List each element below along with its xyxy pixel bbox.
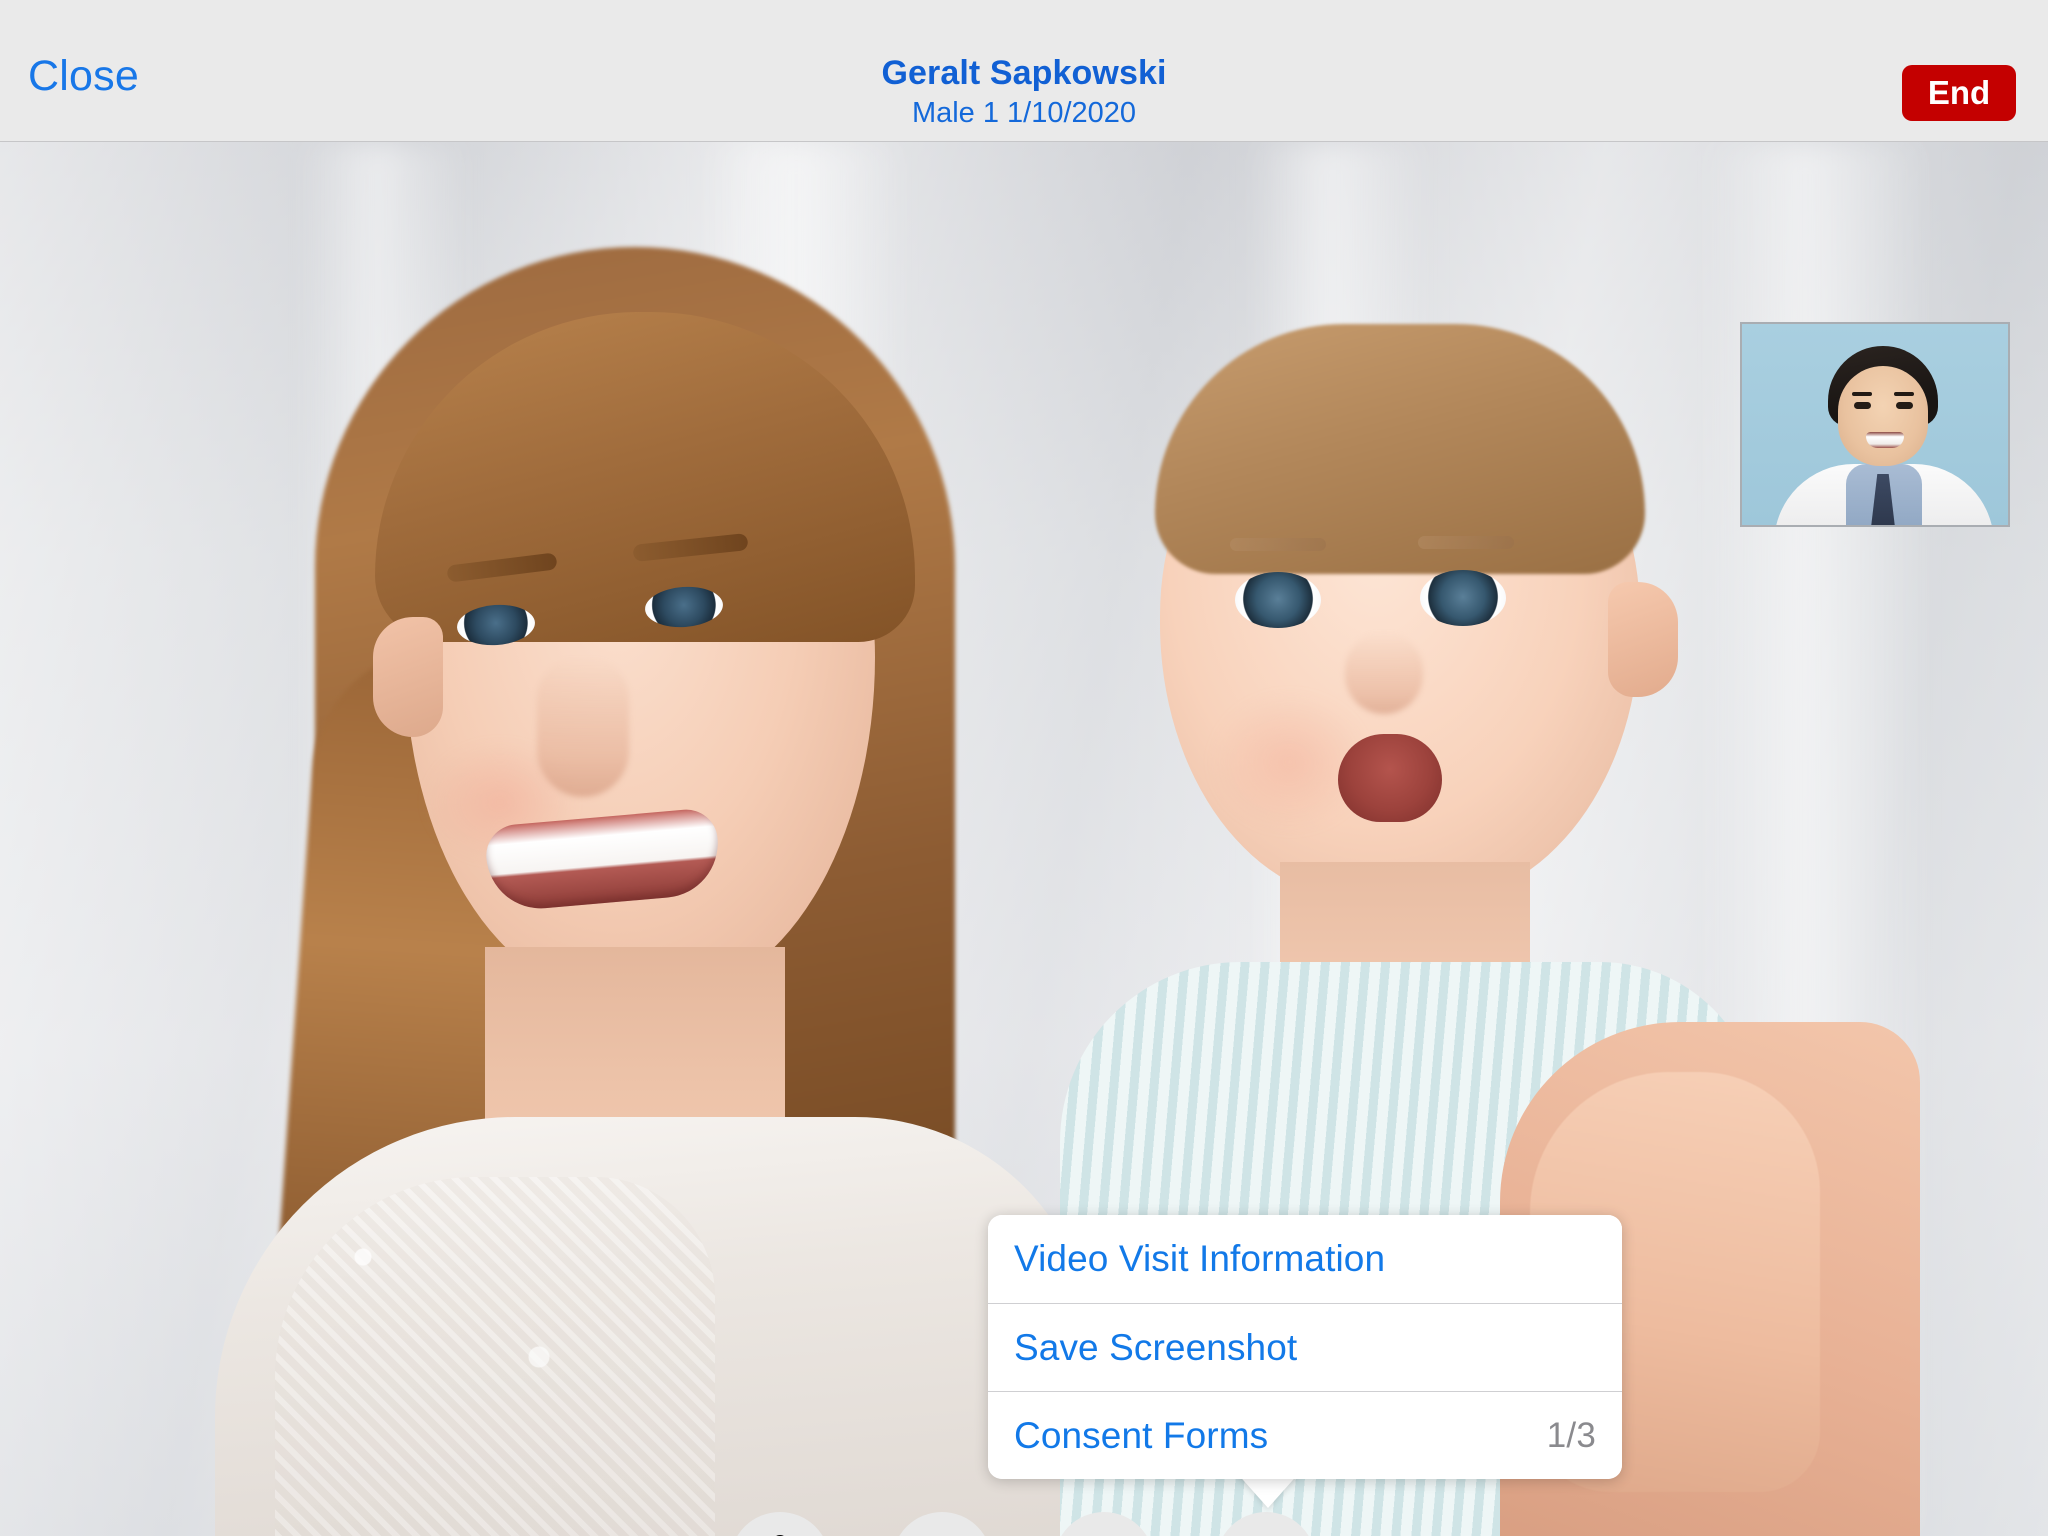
top-navigation-bar: Close Geralt Sapkowski Male 1 1/10/2020 … — [0, 0, 2048, 142]
self-view-thumbnail[interactable] — [1740, 322, 2010, 527]
switch-camera-button[interactable] — [1054, 1512, 1154, 1536]
provider-face — [1838, 366, 1928, 466]
patient-header: Geralt Sapkowski Male 1 1/10/2020 — [0, 53, 2048, 131]
call-controls-toolbar — [730, 1512, 1316, 1536]
menu-item-label: Consent Forms — [1014, 1414, 1269, 1456]
provider-brow-right — [1894, 392, 1914, 396]
page-title: Geralt Sapkowski — [881, 54, 1167, 92]
microphone-button[interactable] — [730, 1512, 830, 1536]
video-visit-screen: Close Geralt Sapkowski Male 1 1/10/2020 … — [0, 0, 2048, 1536]
provider-smile — [1866, 432, 1904, 448]
menu-item-label: Save Screenshot — [1014, 1326, 1298, 1368]
camera-button[interactable] — [892, 1512, 992, 1536]
options-popover-menu: Video Visit Information Save Screenshot … — [988, 1215, 1622, 1479]
menu-button[interactable] — [1216, 1512, 1316, 1536]
patient-demographics: Male 1 1/10/2020 — [911, 97, 1137, 129]
provider-brow-left — [1852, 392, 1872, 396]
provider-eye-right — [1896, 402, 1913, 409]
menu-item-consent-forms[interactable]: Consent Forms 1/3 — [988, 1391, 1622, 1479]
menu-item-label: Video Visit Information — [1014, 1238, 1386, 1279]
close-button[interactable]: Close — [28, 52, 139, 101]
end-call-button[interactable]: End — [1902, 65, 2016, 121]
consent-forms-count-badge: 1/3 — [1546, 1415, 1596, 1455]
provider-eye-left — [1854, 402, 1871, 409]
menu-item-video-visit-information[interactable]: Video Visit Information — [988, 1215, 1622, 1303]
menu-item-save-screenshot[interactable]: Save Screenshot — [988, 1303, 1622, 1391]
video-stage: Video Visit Information Save Screenshot … — [0, 142, 2048, 1536]
